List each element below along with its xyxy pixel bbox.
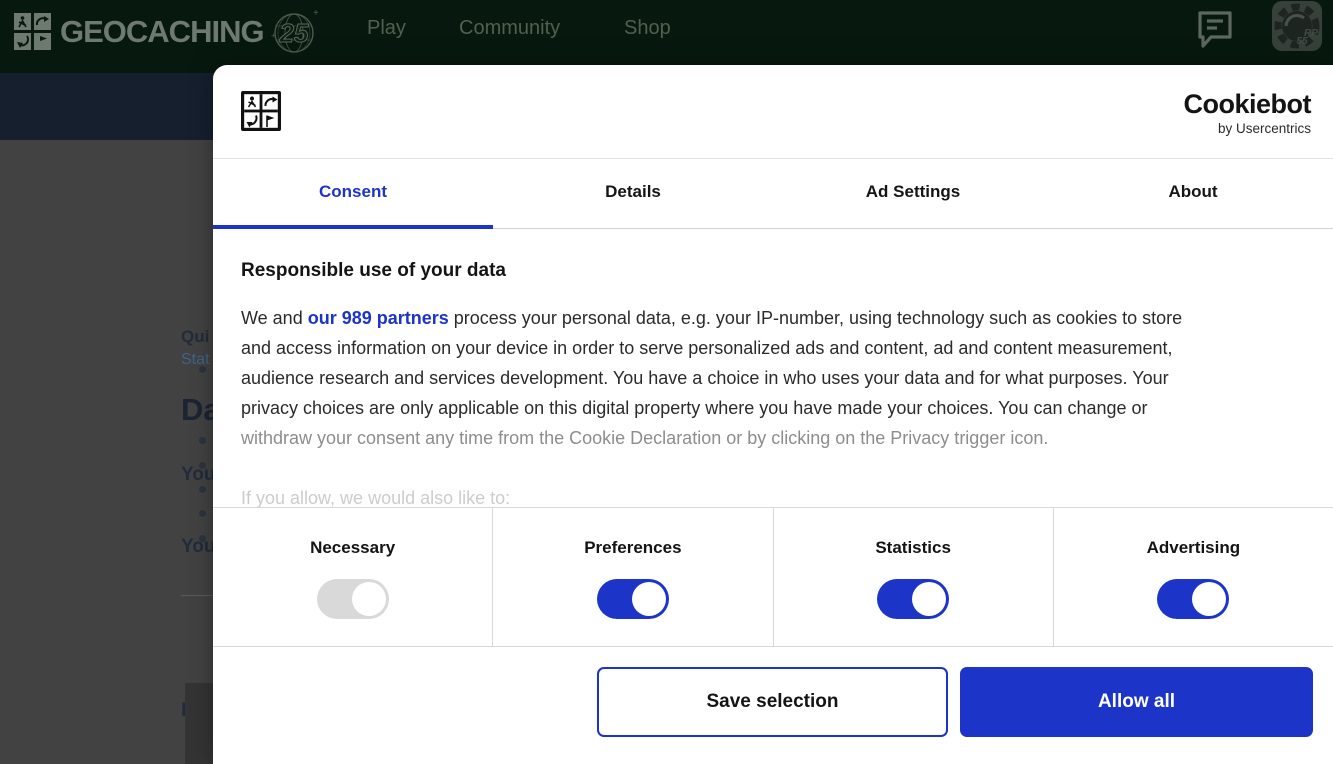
- toggle-necessary: [317, 579, 389, 619]
- category-label: Statistics: [774, 538, 1053, 558]
- dialog-tabs: Consent Details Ad Settings About: [213, 159, 1333, 229]
- bg-divider: [181, 595, 213, 596]
- bg-list-bullet: [199, 486, 206, 493]
- nav-shop[interactable]: Shop: [624, 0, 671, 73]
- tab-consent[interactable]: Consent: [213, 159, 493, 228]
- category-label: Preferences: [493, 538, 772, 558]
- category-statistics: Statistics: [774, 508, 1054, 646]
- svg-text:+: +: [313, 8, 318, 19]
- bg-breadcrumb-fragment: Qui: [181, 327, 209, 347]
- category-label: Advertising: [1054, 538, 1333, 558]
- cookiebot-wordmark: Cookiebot: [1184, 89, 1312, 120]
- geocaching-grid-icon: [14, 13, 52, 51]
- bg-list-bullet: [199, 510, 206, 517]
- dimmed-page-background: Qui Stat Da You You Re: [0, 140, 213, 764]
- category-advertising: Advertising: [1054, 508, 1333, 646]
- cookiebot-logo[interactable]: Cookiebot by Usercentrics: [1184, 89, 1312, 136]
- tab-details[interactable]: Details: [493, 159, 773, 228]
- bg-list-bullet: [199, 535, 206, 542]
- user-avatar-badge[interactable]: RP 55: [1271, 0, 1323, 57]
- dialog-footer: Save selection Allow all: [213, 647, 1333, 764]
- page: GEOCACHING 25 + + Play Community Shop: [0, 0, 1333, 764]
- consent-panel: Responsible use of your data We and our …: [213, 229, 1333, 507]
- bg-list-bullet: [199, 462, 206, 469]
- anniversary-25-badge-icon: 25 + +: [270, 7, 318, 57]
- category-label: Necessary: [213, 538, 492, 558]
- consent-more-prompt: If you allow, we would also like to:: [241, 483, 1305, 507]
- cookiebot-byline: by Usercentrics: [1184, 121, 1312, 136]
- nav-play[interactable]: Play: [367, 0, 406, 73]
- consent-categories: Necessary Preferences Statistics Adverti…: [213, 507, 1333, 647]
- tab-about[interactable]: About: [1053, 159, 1333, 228]
- consent-paragraph: We and our 989 partners process your per…: [241, 303, 1311, 453]
- brand-wordmark: GEOCACHING: [60, 14, 264, 50]
- messages-icon[interactable]: [1195, 8, 1235, 55]
- consent-faded-line: withdraw your consent any time from the …: [241, 428, 1048, 448]
- cookie-consent-dialog: Cookiebot by Usercentrics Consent Detail…: [213, 65, 1333, 764]
- bg-map-block: [185, 683, 213, 764]
- svg-text:25: 25: [278, 18, 308, 48]
- allow-all-button[interactable]: Allow all: [960, 667, 1313, 737]
- category-preferences: Preferences: [493, 508, 773, 646]
- toggle-statistics[interactable]: [877, 579, 949, 619]
- site-logo[interactable]: GEOCACHING 25 + +: [14, 7, 318, 57]
- toggle-knob: [1192, 582, 1226, 616]
- bg-section-heading-fragment: You: [181, 464, 213, 486]
- bg-list-bullet: [199, 437, 206, 444]
- bg-page-title-fragment: Da: [181, 392, 213, 428]
- bg-list-bullet: [199, 366, 206, 373]
- toggle-preferences[interactable]: [597, 579, 669, 619]
- partners-link[interactable]: our 989 partners: [308, 308, 449, 328]
- toggle-knob: [352, 582, 386, 616]
- category-necessary: Necessary: [213, 508, 493, 646]
- dialog-header: Cookiebot by Usercentrics: [213, 65, 1333, 159]
- bg-section-heading-fragment: You: [181, 536, 213, 558]
- toggle-advertising[interactable]: [1157, 579, 1229, 619]
- save-selection-button[interactable]: Save selection: [597, 667, 948, 737]
- toggle-knob: [632, 582, 666, 616]
- geocaching-logo-icon[interactable]: [241, 91, 281, 131]
- consent-intro-prefix: We and: [241, 308, 308, 328]
- consent-heading: Responsible use of your data: [241, 259, 1305, 283]
- avatar-55-text: 55: [1296, 36, 1308, 47]
- toggle-knob: [912, 582, 946, 616]
- svg-text:+: +: [271, 31, 276, 40]
- nav-community[interactable]: Community: [459, 0, 560, 73]
- tab-ad-settings[interactable]: Ad Settings: [773, 159, 1053, 228]
- site-header: GEOCACHING 25 + + Play Community Shop: [0, 0, 1333, 73]
